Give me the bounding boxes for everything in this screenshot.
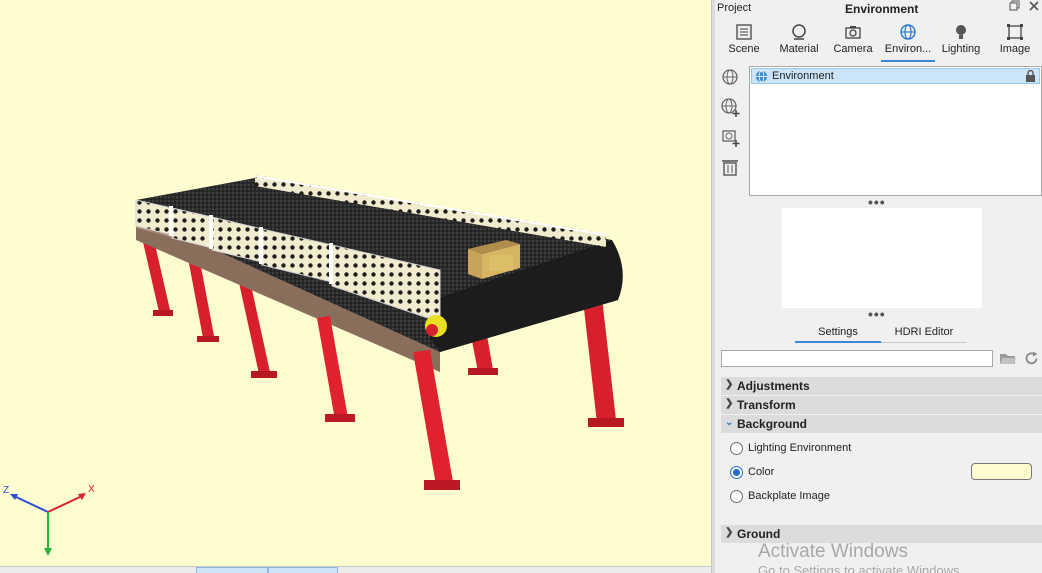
tab-settings[interactable]: Settings — [795, 323, 881, 343]
bottom-toolbar — [0, 566, 711, 573]
panel-title: Environment — [845, 2, 919, 16]
list-item-label: Environment — [772, 70, 834, 82]
section-title: Background — [737, 417, 808, 431]
activate-windows-hint: Go to Settings to activate Windows. — [758, 563, 964, 573]
environment-tools — [719, 66, 743, 186]
duplicate-environment-icon[interactable] — [719, 126, 741, 148]
chevron-right-icon: ❯ — [725, 527, 734, 538]
camera-icon — [845, 26, 861, 39]
splitter-handle[interactable]: ••• — [868, 307, 886, 321]
tab-material[interactable]: Material — [772, 20, 826, 62]
globe-icon — [755, 70, 768, 83]
environment-panel: Project Environment Scene Material Camer… — [715, 0, 1042, 573]
hdri-path-input[interactable] — [721, 350, 993, 367]
section-title: Ground — [737, 527, 781, 541]
splitter-handle[interactable]: ••• — [868, 195, 886, 209]
refresh-icon[interactable] — [1024, 351, 1039, 366]
tab-label: Camera — [833, 43, 873, 55]
tab-scene[interactable]: Scene — [717, 20, 771, 62]
restore-window-icon[interactable] — [1008, 0, 1022, 14]
radio-button[interactable] — [730, 442, 743, 455]
axis-z-label: Z — [3, 485, 9, 496]
lock-icon — [1026, 70, 1035, 82]
axis-x-label: X — [88, 484, 95, 495]
environment-list[interactable]: Environment — [749, 66, 1042, 196]
3d-viewport[interactable]: Z X — [0, 0, 711, 566]
radio-label: Color — [748, 466, 775, 478]
chevron-right-icon: ❯ — [725, 379, 734, 390]
folder-icon[interactable] — [999, 351, 1017, 366]
material-sphere-icon — [792, 24, 806, 40]
radio-button[interactable] — [730, 490, 743, 503]
toolbar-button-1[interactable] — [196, 567, 268, 573]
toolbar-button-2[interactable] — [268, 567, 338, 573]
load-environment-icon[interactable] — [719, 66, 741, 88]
tab-lighting[interactable]: Lighting — [934, 20, 988, 62]
list-item-environment[interactable]: Environment — [751, 68, 1040, 84]
add-environment-icon[interactable] — [719, 96, 741, 118]
section-transform[interactable]: ❯ Transform — [721, 396, 1042, 414]
radio-label: Backplate Image — [748, 490, 830, 502]
tab-camera[interactable]: Camera — [826, 20, 880, 62]
tab-label: Lighting — [941, 43, 981, 55]
chevron-down-icon: ⌄ — [725, 417, 734, 428]
panel-header: Project Environment — [715, 0, 1042, 17]
lightbulb-icon — [956, 25, 966, 39]
activate-windows-watermark: Activate Windows — [758, 541, 908, 562]
environment-preview — [782, 208, 982, 308]
image-frame-icon — [1007, 24, 1023, 40]
background-color-swatch[interactable] — [971, 463, 1032, 480]
tab-label: Environ... — [884, 43, 932, 55]
tab-hdri-editor[interactable]: HDRI Editor — [881, 323, 967, 343]
tab-environment[interactable]: Environ... — [881, 20, 935, 62]
section-title: Adjustments — [737, 379, 810, 393]
main-tabs: Scene Material Camera Environ... Lightin… — [715, 20, 1042, 62]
tab-image[interactable]: Image — [988, 20, 1042, 62]
section-adjustments[interactable]: ❯ Adjustments — [721, 377, 1042, 395]
globe-icon — [900, 24, 916, 40]
project-label[interactable]: Project — [717, 2, 751, 14]
tab-label: Material — [779, 43, 819, 55]
close-icon[interactable] — [1027, 0, 1041, 14]
scene-list-icon — [736, 24, 752, 40]
section-title: Transform — [737, 398, 796, 412]
chevron-right-icon: ❯ — [725, 398, 734, 409]
trash-icon[interactable] — [719, 156, 741, 178]
radio-label: Lighting Environment — [748, 442, 852, 454]
tab-label: Image — [999, 43, 1031, 55]
axis-gizmo: Z X — [3, 484, 95, 556]
radio-button[interactable] — [730, 466, 743, 479]
tab-label: Scene — [728, 43, 760, 55]
settings-subtabs: Settings HDRI Editor — [795, 323, 967, 343]
section-background[interactable]: ⌄ Background — [721, 415, 1042, 433]
